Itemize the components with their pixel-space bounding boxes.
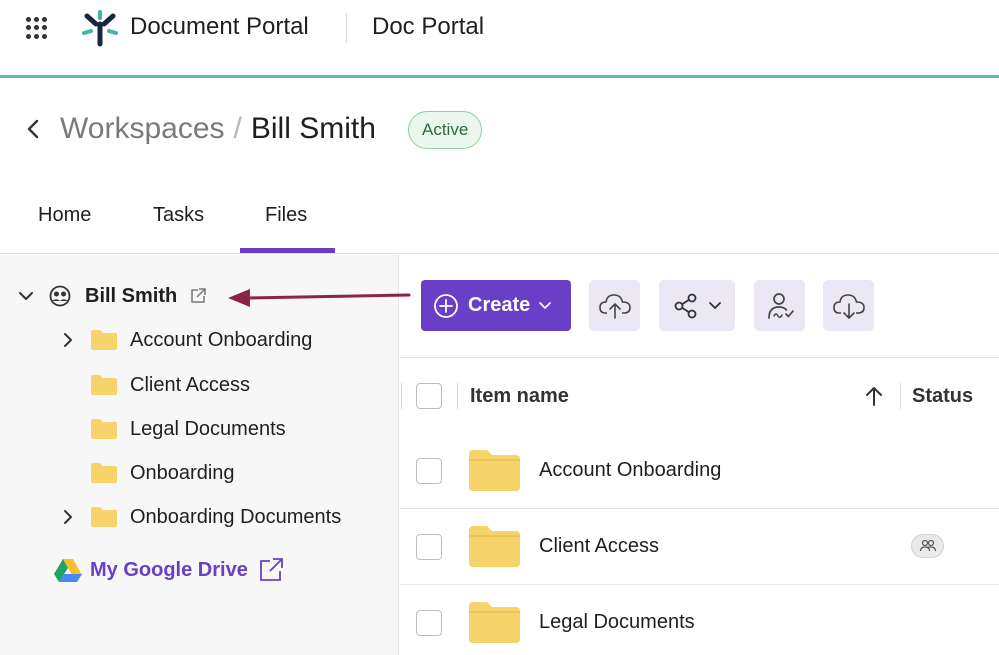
chevron-down-icon: [539, 301, 552, 309]
share-button[interactable]: [659, 280, 735, 331]
users-icon: [919, 539, 936, 552]
user-sign-icon: [767, 292, 794, 319]
back-chevron-icon[interactable]: [24, 117, 44, 141]
column-header-status[interactable]: Status: [912, 385, 973, 408]
portal-title: Doc Portal: [372, 13, 485, 40]
folder-tree-panel: [0, 255, 399, 655]
google-drive-label: My Google Drive: [90, 558, 248, 581]
upload-button[interactable]: [589, 280, 640, 331]
column-header-item-name[interactable]: Item name: [470, 385, 569, 408]
tree-item-label: Onboarding Documents: [130, 505, 342, 528]
share-icon: [674, 293, 697, 318]
tab-home[interactable]: Home: [38, 204, 91, 227]
chevron-right-icon[interactable]: [60, 332, 76, 348]
external-link-icon[interactable]: [189, 287, 207, 305]
create-button[interactable]: Create: [421, 280, 571, 331]
shared-status-badge: [911, 534, 944, 558]
breadcrumb-workspaces-link[interactable]: Workspaces: [60, 112, 225, 145]
column-separator: [900, 383, 901, 409]
google-drive-icon: [54, 559, 82, 582]
tree-item[interactable]: Legal Documents: [90, 414, 286, 444]
folder-icon: [469, 602, 520, 643]
sort-ascending-icon[interactable]: [864, 385, 884, 407]
external-link-icon[interactable]: [258, 557, 284, 583]
status-badge: Active: [408, 111, 483, 149]
request-signature-button[interactable]: [754, 280, 805, 331]
active-tab-indicator: [240, 248, 335, 253]
app-logo-icon: [82, 10, 118, 47]
page-title: Bill Smith: [250, 112, 376, 145]
tree-item-label: Onboarding: [130, 461, 235, 484]
folder-icon: [91, 419, 117, 439]
folder-icon: [469, 450, 520, 491]
cloud-upload-icon: [598, 293, 631, 319]
chevron-down-icon: [709, 301, 721, 309]
top-bar: Document Portal Doc Portal: [0, 0, 999, 78]
tab-bar: Home Tasks Files: [0, 190, 999, 254]
table-header: Item name Status: [400, 357, 999, 435]
create-button-label: Create: [468, 294, 531, 316]
row-item-name[interactable]: Legal Documents: [539, 611, 695, 634]
annotation-arrow-icon: [228, 289, 411, 307]
app-title: Document Portal: [130, 13, 309, 40]
select-all-checkbox[interactable]: [416, 383, 442, 409]
folder-icon: [91, 463, 117, 483]
tree-item[interactable]: Account Onboarding: [60, 325, 312, 355]
plus-circle-icon: [434, 293, 458, 318]
row-checkbox[interactable]: [416, 534, 442, 560]
row-item-name[interactable]: Account Onboarding: [539, 459, 721, 482]
tab-files[interactable]: Files: [265, 204, 307, 227]
tree-item-label: Client Access: [130, 373, 251, 396]
folder-icon: [91, 375, 117, 395]
column-separator: [457, 383, 458, 409]
tab-tasks[interactable]: Tasks: [153, 204, 204, 227]
chevron-right-icon[interactable]: [60, 509, 76, 525]
title-divider: [346, 13, 347, 43]
tree-item[interactable]: Client Access: [90, 370, 250, 400]
row-item-name[interactable]: Client Access: [539, 535, 659, 558]
table-row[interactable]: Account Onboarding: [400, 433, 999, 509]
row-checkbox[interactable]: [416, 610, 442, 636]
user-group-icon: [49, 285, 71, 307]
row-checkbox[interactable]: [416, 458, 442, 484]
chevron-down-icon[interactable]: [18, 288, 34, 304]
folder-icon: [91, 507, 117, 527]
tree-item[interactable]: Onboarding: [90, 458, 235, 488]
tree-root[interactable]: Bill Smith: [18, 281, 207, 311]
tree-item-label: Legal Documents: [130, 417, 286, 440]
column-separator: [401, 383, 402, 409]
breadcrumb-separator: /: [233, 112, 242, 145]
google-drive-link[interactable]: My Google Drive: [54, 555, 284, 585]
table-row[interactable]: Client Access: [400, 509, 999, 585]
tree-root-label: Bill Smith: [85, 284, 178, 307]
download-button[interactable]: [823, 280, 874, 331]
tree-item[interactable]: Onboarding Documents: [60, 502, 341, 532]
table-row[interactable]: Legal Documents: [400, 585, 999, 655]
cloud-download-icon: [832, 293, 865, 319]
folder-icon: [91, 330, 117, 350]
tree-item-label: Account Onboarding: [130, 328, 313, 351]
folder-icon: [469, 526, 520, 567]
app-launcher-icon[interactable]: [26, 17, 48, 39]
breadcrumb: Workspaces / Bill Smith: [60, 112, 376, 146]
